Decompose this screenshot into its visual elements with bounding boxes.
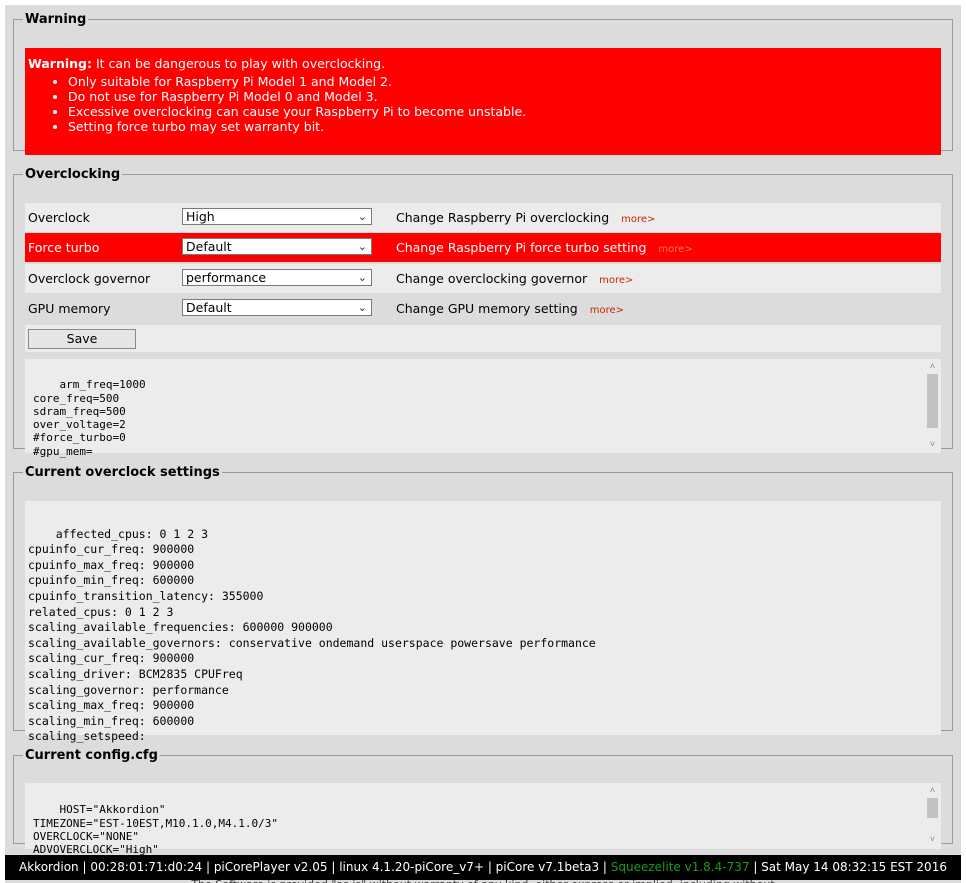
overclocking-legend: Overclocking [25, 167, 121, 182]
warning-box: Warning: It can be dangerous to play wit… [25, 48, 941, 155]
chevron-down-icon: ⌄ [357, 301, 367, 314]
gpu-memory-select-value: Default [186, 300, 232, 315]
overclock-governor-select-value: performance [186, 270, 267, 285]
current-overclock-fieldset: Current overclock settings affected_cpus… [13, 465, 953, 743]
overclock-config-textarea[interactable]: arm_freq=1000 core_freq=500 sdram_freq=5… [25, 359, 941, 458]
warning-item: Only suitable for Raspberry Pi Model 1 a… [68, 74, 526, 89]
status-info: Akkordion | 00:28:01:71:d0:24 | piCorePl… [19, 860, 611, 874]
overclock-select[interactable]: High ⌄ [182, 208, 372, 225]
force-turbo-description: Change Raspberry Pi force turbo setting m… [396, 240, 693, 255]
warning-item: Setting force turbo may set warranty bit… [68, 119, 526, 134]
gpu-memory-label: GPU memory [28, 301, 111, 316]
current-overclock-legend: Current overclock settings [25, 465, 220, 480]
scroll-up-icon[interactable]: ˄ [926, 361, 939, 374]
chevron-down-icon: ⌄ [357, 210, 367, 223]
overclock-label: Overclock [28, 210, 90, 225]
overclock-config-text: arm_freq=1000 core_freq=500 sdram_freq=5… [33, 378, 146, 458]
scroll-thumb[interactable] [927, 798, 938, 818]
overclock-governor-label: Overclock governor [28, 271, 151, 286]
gpu-memory-more-link[interactable]: more> [590, 305, 624, 316]
gpu-memory-description: Change GPU memory setting more> [396, 301, 625, 316]
scroll-thumb[interactable] [927, 374, 938, 428]
overclocking-fieldset: Overclocking Overclock High ⌄ Change Ras… [13, 167, 953, 458]
warning-fieldset: Warning Warning: It can be dangerous to … [13, 12, 953, 155]
overclock-governor-row: Overclock governor performance ⌄ Change … [25, 264, 941, 293]
warning-message: It can be dangerous to play with overclo… [91, 56, 386, 71]
overclock-select-value: High [186, 209, 215, 224]
scrollbar[interactable]: ˄ ˅ [926, 359, 939, 453]
status-datetime: | Sat May 14 08:32:15 EST 2016 [749, 860, 947, 874]
gpu-memory-row: GPU memory Default ⌄ Change GPU memory s… [25, 294, 941, 323]
scroll-up-icon[interactable]: ˄ [926, 785, 939, 798]
gpu-memory-select[interactable]: Default ⌄ [182, 299, 372, 316]
chevron-down-icon: ⌄ [357, 271, 367, 284]
warning-item: Do not use for Raspberry Pi Model 0 and … [68, 89, 526, 104]
scrollbar[interactable]: ˄ ˅ [926, 783, 939, 849]
status-bar: Akkordion | 00:28:01:71:d0:24 | piCorePl… [5, 855, 961, 880]
warning-item: Excessive overclocking can cause your Ra… [68, 104, 526, 119]
footer-disclaimer: The Software is provided "as is" without… [0, 878, 966, 883]
squeezelite-version: Squeezelite v1.8.4-737 [610, 860, 750, 874]
overclock-description: Change Raspberry Pi overclocking more> [396, 210, 656, 225]
save-row [25, 325, 941, 352]
current-config-text: HOST="Akkordion" TIMEZONE="EST-10EST,M10… [33, 803, 279, 857]
force-turbo-label: Force turbo [28, 240, 100, 255]
current-overclock-text: affected_cpus: 0 1 2 3 cpuinfo_cur_freq:… [28, 526, 596, 744]
force-turbo-row: Force turbo Default ⌄ Change Raspberry P… [25, 233, 941, 262]
overclock-governor-description: Change overclocking governor more> [396, 271, 634, 286]
warning-prefix: Warning: [28, 56, 92, 71]
save-button[interactable]: Save [28, 329, 136, 349]
chevron-down-icon: ⌄ [357, 240, 367, 253]
overclock-governor-more-link[interactable]: more> [599, 275, 633, 286]
current-config-legend: Current config.cfg [25, 748, 158, 763]
overclock-more-link[interactable]: more> [621, 214, 655, 225]
current-config-textarea[interactable]: HOST="Akkordion" TIMEZONE="EST-10EST,M10… [25, 783, 941, 856]
overclock-row: Overclock High ⌄ Change Raspberry Pi ove… [25, 203, 941, 232]
warning-legend: Warning [25, 12, 87, 27]
scroll-down-icon[interactable]: ˅ [926, 834, 939, 847]
force-turbo-select-value: Default [186, 239, 232, 254]
warning-title: Warning: It can be dangerous to play wit… [28, 56, 385, 71]
overclock-governor-select[interactable]: performance ⌄ [182, 269, 372, 286]
force-turbo-more-link[interactable]: more> [658, 244, 692, 255]
current-config-fieldset: Current config.cfg HOST="Akkordion" TIME… [13, 748, 953, 856]
force-turbo-select[interactable]: Default ⌄ [182, 238, 372, 255]
warning-list: Only suitable for Raspberry Pi Model 1 a… [25, 74, 526, 134]
current-overclock-settings: affected_cpus: 0 1 2 3 cpuinfo_cur_freq:… [25, 501, 941, 743]
scroll-down-icon[interactable]: ˅ [926, 439, 939, 452]
